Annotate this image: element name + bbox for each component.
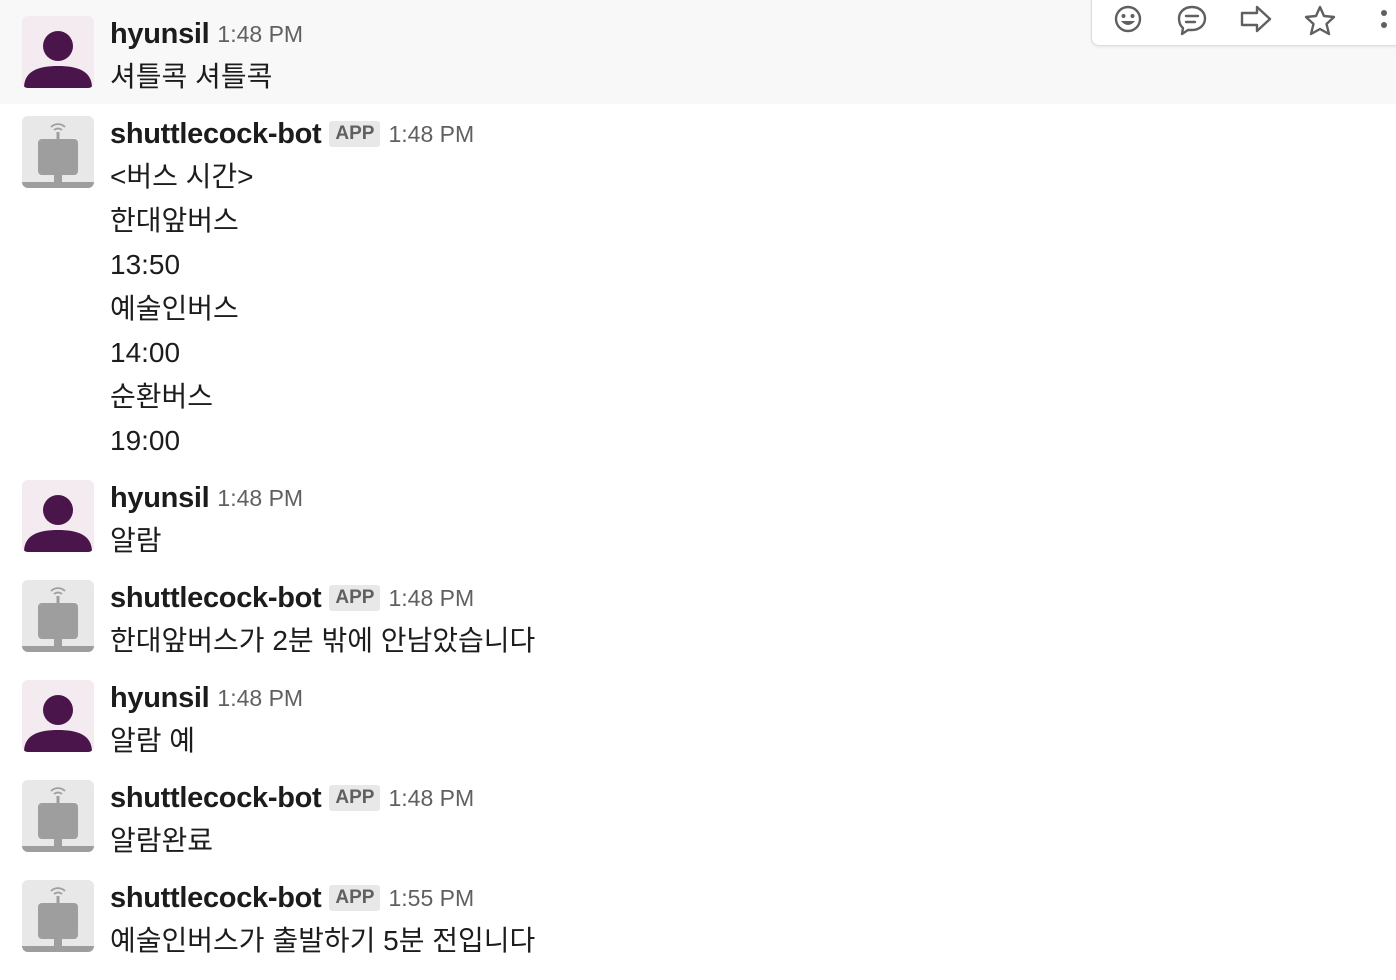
message-item[interactable]: hyunsil 1:48 PM 알람 예 [0, 670, 1396, 770]
author-name[interactable]: hyunsil [110, 18, 210, 51]
robot-icon [22, 880, 94, 952]
add-reaction-button[interactable] [1108, 0, 1148, 37]
message-timestamp[interactable]: 1:48 PM [388, 585, 474, 612]
star-message-button[interactable] [1300, 0, 1340, 37]
message-text: 19:00 [110, 425, 181, 456]
more-actions-button[interactable] [1364, 0, 1396, 37]
message-text: 알람 예 [110, 725, 196, 756]
bot-avatar[interactable] [22, 580, 94, 652]
message-header: hyunsil 1:48 PM [110, 681, 303, 715]
person-icon [22, 480, 94, 552]
robot-icon [22, 580, 94, 652]
message-text: 한대앞버스 [110, 205, 239, 236]
author-name[interactable]: shuttlecock-bot [110, 882, 322, 915]
message-feed: hyunsil 1:48 PM 셔틀콕 셔틀콕 shuttlecock-bot … [0, 0, 1396, 980]
bot-avatar[interactable] [22, 780, 94, 852]
user-avatar[interactable] [22, 480, 94, 552]
message-header: hyunsil 1:48 PM [110, 481, 303, 515]
message-text: 14:00 [110, 337, 181, 368]
share-message-icon [1240, 5, 1272, 33]
person-icon [22, 16, 94, 88]
message-timestamp[interactable]: 1:48 PM [217, 685, 303, 712]
message-text: <버스 시간> [110, 161, 254, 192]
message-text: 알람 [110, 525, 162, 556]
app-badge: APP [329, 121, 381, 147]
person-icon [22, 680, 94, 752]
message-item[interactable]: hyunsil 1:48 PM 셔틀콕 셔틀콕 [0, 0, 1396, 104]
message-timestamp[interactable]: 1:55 PM [388, 885, 474, 912]
robot-icon [22, 116, 94, 188]
message-text: 한대앞버스가 2분 밖에 안남았습니다 [110, 625, 536, 656]
app-badge: APP [329, 585, 381, 611]
user-avatar[interactable] [22, 16, 94, 88]
message-item[interactable]: shuttlecock-bot APP 1:48 PM 알람완료 [0, 770, 1396, 870]
user-avatar[interactable] [22, 680, 94, 752]
message-text: 알람완료 [110, 825, 214, 856]
message-header: shuttlecock-bot APP 1:55 PM [110, 881, 474, 915]
message-timestamp[interactable]: 1:48 PM [217, 21, 303, 48]
message-text: 예술인버스가 출발하기 5분 전입니다 [110, 925, 536, 956]
author-name[interactable]: shuttlecock-bot [110, 782, 322, 815]
star-icon [1304, 5, 1336, 36]
bot-avatar[interactable] [22, 116, 94, 188]
author-name[interactable]: hyunsil [110, 682, 210, 715]
reply-thread-button[interactable] [1172, 0, 1212, 37]
message-timestamp[interactable]: 1:48 PM [388, 121, 474, 148]
add-reaction-icon [1114, 5, 1142, 33]
more-actions-icon [1381, 10, 1387, 28]
message-item[interactable]: shuttlecock-bot APP 1:48 PM 한대앞버스가 2분 밖에… [0, 570, 1396, 670]
app-badge: APP [329, 785, 381, 811]
message-timestamp[interactable]: 1:48 PM [388, 785, 474, 812]
message-text: 순환버스 [110, 381, 214, 412]
message-text: 셔틀콕 셔틀콕 [110, 61, 273, 92]
message-text: 예술인버스 [110, 293, 239, 324]
message-actions-toolbar [1091, 0, 1396, 46]
robot-icon [22, 780, 94, 852]
message-timestamp[interactable]: 1:48 PM [217, 485, 303, 512]
author-name[interactable]: hyunsil [110, 482, 210, 515]
author-name[interactable]: shuttlecock-bot [110, 118, 322, 151]
message-item[interactable]: hyunsil 1:48 PM 알람 [0, 470, 1396, 570]
thread-reply-icon [1177, 5, 1207, 36]
author-name[interactable]: shuttlecock-bot [110, 582, 322, 615]
message-item[interactable]: shuttlecock-bot APP 1:55 PM 예술인버스가 출발하기 … [0, 870, 1396, 980]
bot-avatar[interactable] [22, 880, 94, 952]
message-header: shuttlecock-bot APP 1:48 PM [110, 781, 474, 815]
share-message-button[interactable] [1236, 0, 1276, 37]
message-header: shuttlecock-bot APP 1:48 PM [110, 117, 474, 151]
message-header: hyunsil 1:48 PM [110, 17, 303, 51]
message-item[interactable]: shuttlecock-bot APP 1:48 PM <버스 시간> 한대앞버… [0, 104, 1396, 470]
message-header: shuttlecock-bot APP 1:48 PM [110, 581, 474, 615]
app-badge: APP [329, 885, 381, 911]
message-text: 13:50 [110, 249, 181, 280]
